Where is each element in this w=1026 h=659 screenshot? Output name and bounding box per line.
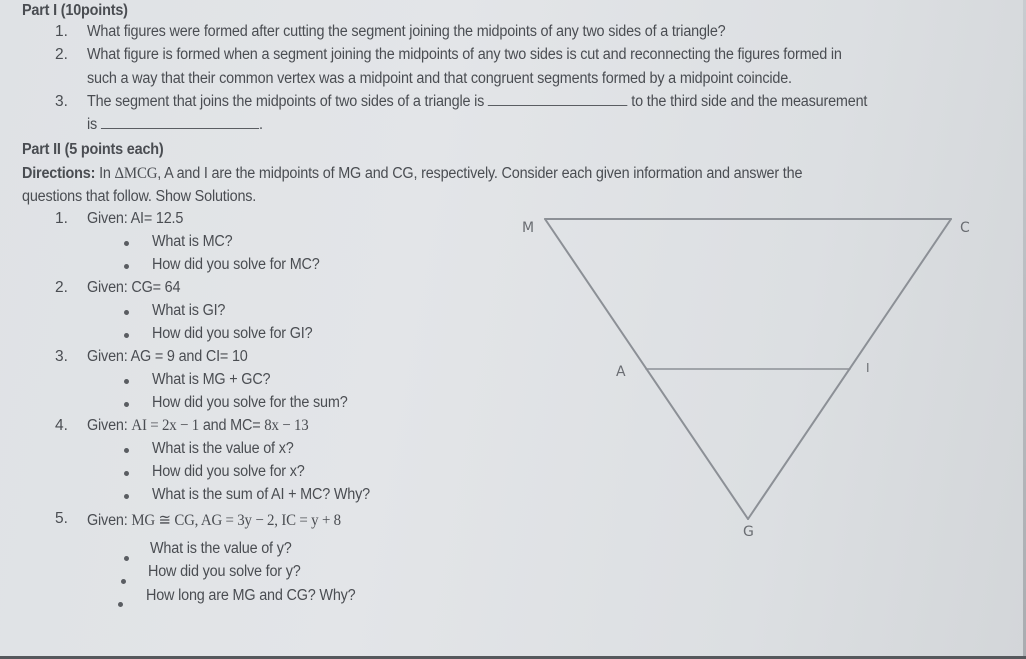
midpoint-label-a: A xyxy=(616,364,626,380)
vertex-label-m: M xyxy=(522,220,534,236)
midpoint-label-i: I xyxy=(866,361,870,375)
vertex-label-g: G xyxy=(743,524,754,540)
triangle-figure: M C A I G xyxy=(522,218,970,540)
vertex-label-c: C xyxy=(960,220,970,236)
